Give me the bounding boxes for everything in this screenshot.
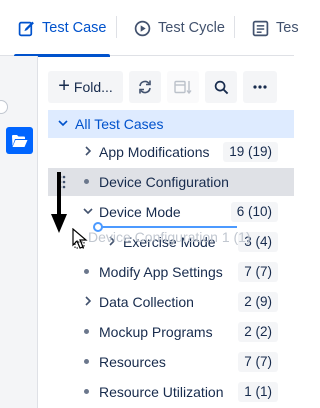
tree-item[interactable]: Resources 7 (7) xyxy=(48,348,294,376)
tab-label: Tes xyxy=(276,20,299,36)
leaf-dot xyxy=(84,389,89,394)
leaf-dot xyxy=(84,179,89,184)
leaf-dot xyxy=(84,329,89,334)
tree-item-label: Mockup Programs xyxy=(99,324,213,340)
test-count-badge: 2 (9) xyxy=(238,292,278,312)
chevron-down-icon xyxy=(58,120,68,127)
collapse-handle[interactable] xyxy=(0,100,8,114)
test-count-badge: 6 (10) xyxy=(230,202,278,222)
refresh-icon xyxy=(139,80,151,94)
new-folder-label: Fold... xyxy=(73,79,113,95)
test-count-badge: 1 (1) xyxy=(238,382,278,402)
tab-test-case[interactable]: Test Case xyxy=(13,0,111,57)
chevron-right-icon[interactable] xyxy=(81,143,95,159)
tree-item-label: Resource Utilization xyxy=(99,384,224,400)
tree-item[interactable]: Data Collection 2 (9) xyxy=(48,288,294,316)
tree-item-label: All Test Cases xyxy=(75,116,164,132)
play-cycle-icon xyxy=(134,20,151,36)
chevron-right-icon[interactable] xyxy=(81,293,95,309)
tab-divider xyxy=(234,16,235,38)
tree-item[interactable]: Resource Utilization 1 (1) xyxy=(48,378,294,406)
folder-open-icon xyxy=(12,134,28,147)
down-arrow-icon xyxy=(51,172,67,233)
plus-icon: + xyxy=(58,75,70,97)
tree-item[interactable]: Modify App Settings 7 (7) xyxy=(48,258,294,286)
more-icon xyxy=(253,85,267,89)
tab-label: Test Cycle xyxy=(158,20,225,36)
test-count-badge: 19 (19) xyxy=(223,142,278,162)
search-button[interactable] xyxy=(205,71,237,103)
list-doc-icon xyxy=(252,20,269,36)
folder-view-button[interactable] xyxy=(6,127,33,154)
calendar-sort-icon xyxy=(174,80,192,95)
more-button[interactable] xyxy=(243,71,277,103)
tree-root-all-test-cases[interactable]: All Test Cases xyxy=(48,110,294,138)
tree-item[interactable]: App Modifications 19 (19) xyxy=(48,138,294,166)
tab-test-plan[interactable]: Tes xyxy=(252,0,299,56)
tab-bar: Test Case Test Cycle Tes xyxy=(0,0,299,57)
test-count-badge: 2 (2) xyxy=(238,322,278,342)
folder-tree: All Test Cases App Modifications 19 (19)… xyxy=(48,110,294,408)
tree-item-label: Device Mode xyxy=(99,204,181,220)
drag-ghost-label: Device Configuration 1 (1) xyxy=(88,229,251,245)
tree-item-label: Data Collection xyxy=(99,294,194,310)
tree-item-label: Device Configuration xyxy=(99,174,229,190)
tree-item-dragging[interactable]: Device Configuration xyxy=(48,168,294,196)
drop-indicator-line xyxy=(99,226,237,228)
tree-item-label: Modify App Settings xyxy=(99,264,223,280)
tab-divider xyxy=(116,16,117,38)
new-folder-button[interactable]: + Fold... xyxy=(48,71,123,103)
tree-item-label: Resources xyxy=(99,354,166,370)
refresh-button[interactable] xyxy=(129,71,161,103)
search-icon xyxy=(214,80,228,94)
leaf-dot xyxy=(84,269,89,274)
tree-item[interactable]: Mockup Programs 2 (2) xyxy=(48,318,294,346)
left-rail xyxy=(0,56,38,408)
edit-icon xyxy=(18,21,34,36)
tree-item[interactable]: Device Mode 6 (10) xyxy=(48,198,294,226)
leaf-dot xyxy=(84,359,89,364)
test-count-badge: 7 (7) xyxy=(238,352,278,372)
test-count-badge: 7 (7) xyxy=(238,262,278,282)
tab-label: Test Case xyxy=(42,20,107,36)
date-sort-button[interactable] xyxy=(167,71,199,103)
chevron-down-icon[interactable] xyxy=(81,203,95,219)
tree-item-label: App Modifications xyxy=(99,144,210,160)
tab-test-cycle[interactable]: Test Cycle xyxy=(134,0,225,56)
grab-cursor-icon xyxy=(72,228,88,249)
